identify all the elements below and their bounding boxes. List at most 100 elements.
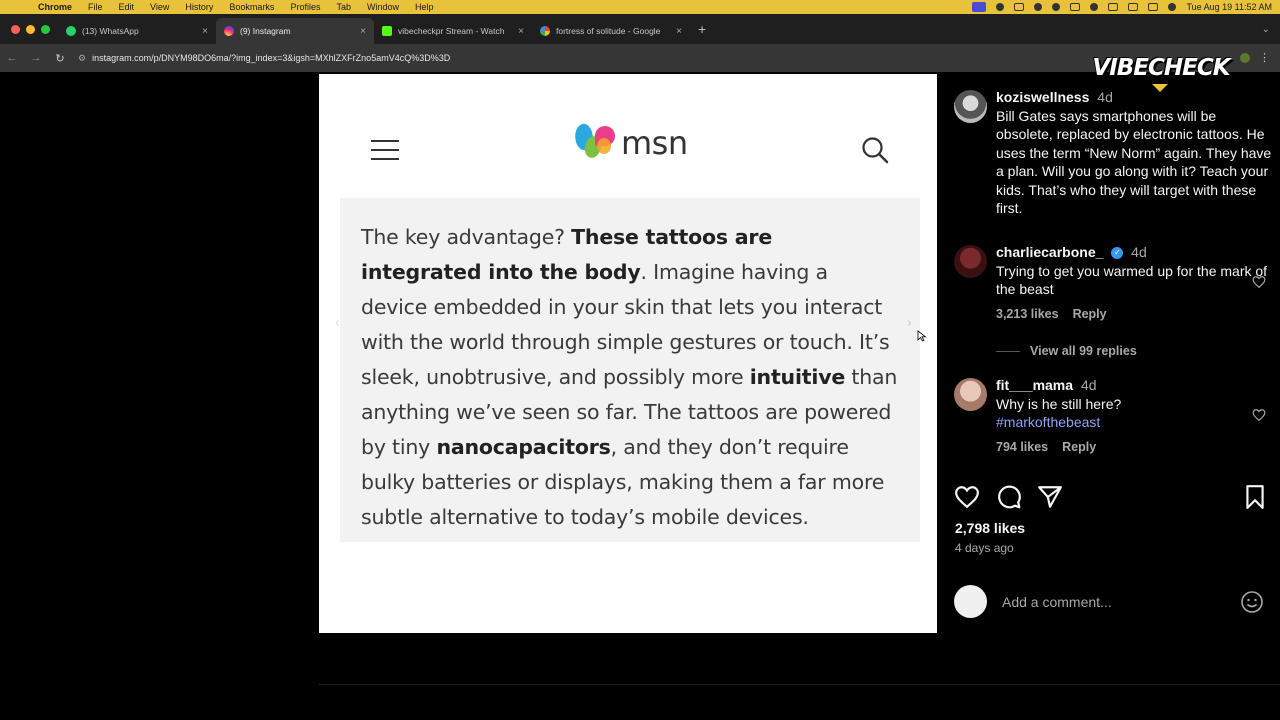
fullscreen-window-button[interactable] xyxy=(41,24,50,34)
carousel-prev-icon[interactable]: ‹ xyxy=(335,314,340,330)
window-controls xyxy=(0,24,58,34)
url-field[interactable]: ⚙ instagram.com/p/DNYM98DO6ma/?img_index… xyxy=(78,53,450,64)
reply-button[interactable]: Reply xyxy=(1073,307,1107,321)
post-date[interactable]: 4 days ago xyxy=(955,541,1014,555)
menu-history[interactable]: History xyxy=(177,2,221,12)
comment-body: fit___mama 4d Why is he still here? #mar… xyxy=(996,376,1272,432)
like-heart-icon[interactable] xyxy=(954,484,980,510)
comments-panel: koziswellness 4d Bill Gates says smartph… xyxy=(938,72,1280,632)
wifi-icon[interactable] xyxy=(1090,3,1099,11)
browser-tabbar: (13) WhatsApp × (9) Instagram × vibechec… xyxy=(0,14,1280,44)
comment-meta: 794 likes Reply xyxy=(996,440,1272,454)
tab-vibecheck-stream[interactable]: vibecheckpr Stream - Watch × xyxy=(374,18,532,44)
tab-search-chevron-icon[interactable]: ⌄ xyxy=(1262,24,1270,35)
avatar[interactable] xyxy=(954,245,987,278)
menu-app-name[interactable]: Chrome xyxy=(30,2,80,12)
comment-time[interactable]: 4d xyxy=(1131,244,1147,260)
forward-button[interactable]: → xyxy=(24,52,48,64)
tab-title: fortress of solitude - Google xyxy=(556,26,661,36)
control-center-icon[interactable] xyxy=(1148,3,1159,11)
comment-meta: 3,213 likes Reply xyxy=(996,307,1272,321)
menu-bookmarks[interactable]: Bookmarks xyxy=(221,2,282,12)
menu-window[interactable]: Window xyxy=(359,2,407,12)
save-bookmark-icon[interactable] xyxy=(1242,484,1268,510)
reload-button[interactable]: ↻ xyxy=(48,52,72,65)
battery-icon[interactable] xyxy=(1070,3,1081,11)
status-area: Tue Aug 19 11:52 AM xyxy=(972,0,1272,14)
article-segment-bold: nanocapacitors xyxy=(436,435,611,459)
tab-whatsapp[interactable]: (13) WhatsApp × xyxy=(58,18,216,44)
comment-bubble-icon[interactable] xyxy=(996,484,1022,510)
site-info-icon[interactable]: ⚙ xyxy=(78,53,86,64)
minimize-window-button[interactable] xyxy=(26,24,35,34)
comment-time[interactable]: 4d xyxy=(1081,377,1097,393)
comment-time[interactable]: 4d xyxy=(1097,89,1113,105)
comment-item: fit___mama 4d Why is he still here? #mar… xyxy=(954,376,1272,454)
tab-title: (9) Instagram xyxy=(240,26,291,36)
menu-file[interactable]: File xyxy=(80,2,111,12)
tab-title: vibecheckpr Stream - Watch xyxy=(398,26,505,36)
siri-icon[interactable] xyxy=(1168,3,1177,11)
emoji-icon[interactable] xyxy=(1240,590,1264,614)
extension-status-icon[interactable] xyxy=(996,3,1005,11)
spotlight-icon[interactable] xyxy=(1128,3,1139,11)
tab-google-search[interactable]: fortress of solitude - Google × xyxy=(532,18,690,44)
comment-item: charliecarbone_ ✓ 4d Trying to get you w… xyxy=(954,243,1272,321)
browser-menu-icon[interactable]: ⋮ xyxy=(1259,51,1270,64)
vibecheck-logo-text: VIBECHECK xyxy=(1092,55,1230,81)
avatar[interactable] xyxy=(954,90,987,123)
verified-badge-icon: ✓ xyxy=(1111,247,1124,260)
macos-menubar: Chrome File Edit View History Bookmarks … xyxy=(0,0,1280,14)
logo-triangle-icon xyxy=(1152,84,1168,92)
avatar[interactable] xyxy=(954,378,987,411)
close-tab-icon[interactable]: × xyxy=(202,26,208,37)
like-comment-heart-icon[interactable] xyxy=(1252,275,1266,289)
msn-butterfly-icon xyxy=(571,122,619,164)
menubar-clock[interactable]: Tue Aug 19 11:52 AM xyxy=(1186,2,1272,12)
hamburger-menu-icon xyxy=(371,140,399,167)
keyboard-icon[interactable] xyxy=(1108,3,1119,11)
msn-logo: msn xyxy=(571,122,688,164)
comment-item: koziswellness 4d Bill Gates says smartph… xyxy=(954,88,1272,218)
share-send-icon[interactable] xyxy=(1037,484,1063,510)
menu-profiles[interactable]: Profiles xyxy=(282,2,328,12)
view-replies-button[interactable]: View all 99 replies xyxy=(996,344,1137,358)
back-button[interactable]: ← xyxy=(0,52,24,64)
close-tab-icon[interactable]: × xyxy=(518,26,524,37)
avatar xyxy=(954,585,987,618)
add-comment-input[interactable]: Add a comment... xyxy=(1002,594,1112,610)
menu-tab[interactable]: Tab xyxy=(328,2,359,12)
msn-header: msn xyxy=(319,74,937,194)
hashtag-link[interactable]: #markofthebeast xyxy=(996,413,1272,432)
comment-username[interactable]: charliecarbone_ xyxy=(996,244,1103,260)
menu-help[interactable]: Help xyxy=(407,2,442,12)
msn-logo-text: msn xyxy=(621,124,688,162)
close-tab-icon[interactable]: × xyxy=(676,26,682,37)
like-comment-heart-icon[interactable] xyxy=(1252,408,1266,422)
comment-text: Bill Gates says smartphones will be obso… xyxy=(996,107,1272,217)
replies-divider xyxy=(996,350,1020,352)
comment-username[interactable]: koziswellness xyxy=(996,89,1089,105)
comment-username[interactable]: fit___mama xyxy=(996,377,1073,393)
comment-likes[interactable]: 3,213 likes xyxy=(996,307,1059,321)
comment-likes[interactable]: 794 likes xyxy=(996,440,1048,454)
tab-title: (13) WhatsApp xyxy=(82,26,139,36)
carousel-next-icon[interactable]: › xyxy=(907,314,912,330)
new-tab-button[interactable]: + xyxy=(698,21,706,37)
whatsapp-icon xyxy=(66,26,76,36)
close-tab-icon[interactable]: × xyxy=(360,26,366,37)
post-likes-count[interactable]: 2,798 likes xyxy=(955,520,1025,536)
menu-edit[interactable]: Edit xyxy=(111,2,143,12)
app-status-icon[interactable] xyxy=(1014,3,1025,11)
tab-instagram[interactable]: (9) Instagram × xyxy=(216,18,374,44)
reply-button[interactable]: Reply xyxy=(1062,440,1096,454)
google-icon xyxy=(540,26,550,36)
headphones-icon[interactable] xyxy=(1034,3,1043,11)
article-segment-bold: intuitive xyxy=(749,365,846,389)
comment-body: koziswellness 4d Bill Gates says smartph… xyxy=(996,88,1272,218)
menu-view[interactable]: View xyxy=(142,2,177,12)
close-window-button[interactable] xyxy=(11,24,20,34)
screen-mirror-icon[interactable] xyxy=(972,2,987,12)
bluetooth-icon[interactable] xyxy=(1052,3,1061,11)
profile-avatar[interactable] xyxy=(1240,53,1250,63)
